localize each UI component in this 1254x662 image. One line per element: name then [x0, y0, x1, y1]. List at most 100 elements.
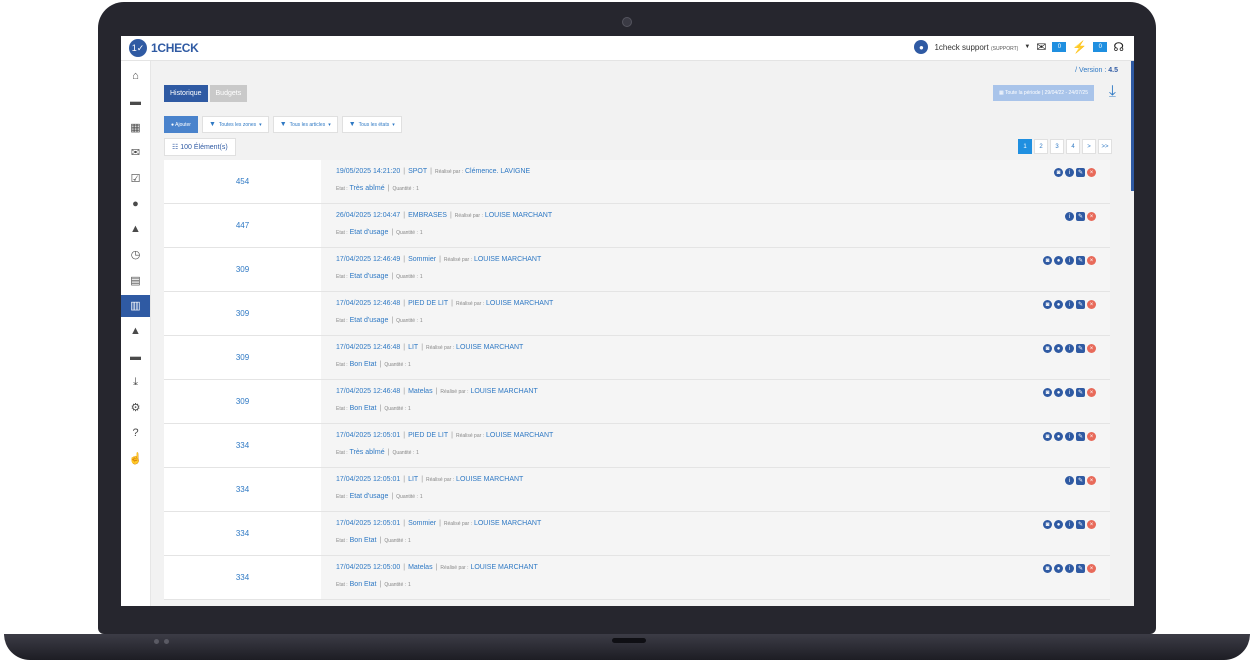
tab-historique[interactable]: Historique — [164, 85, 208, 102]
sidebar-calendar-icon[interactable]: ▦ — [121, 116, 150, 138]
row-article[interactable]: LIT — [408, 344, 418, 351]
edit-icon[interactable]: ✎ — [1076, 564, 1085, 573]
info-icon[interactable]: i — [1065, 432, 1074, 441]
edit-icon[interactable]: ✎ — [1076, 212, 1085, 221]
table-row[interactable]: 309 17/04/2025 12:46:49 | Sommier | Réalisé p… — [164, 248, 1110, 292]
table-row[interactable]: 309 17/04/2025 12:46:48 | LIT | Réalisé par :… — [164, 336, 1110, 380]
room-number[interactable]: 334 — [164, 468, 321, 511]
delete-icon[interactable]: × — [1087, 300, 1096, 309]
sidebar-home-icon[interactable]: ⌂ — [121, 65, 150, 87]
sidebar-pointer-icon[interactable]: ☝ — [121, 448, 150, 470]
room-number[interactable]: 309 — [164, 292, 321, 335]
chevron-down-icon[interactable]: ▼ — [1024, 44, 1030, 50]
edit-icon[interactable]: ✎ — [1076, 256, 1085, 265]
camera-icon[interactable]: ◙ — [1054, 168, 1063, 177]
comment-icon[interactable]: ● — [1054, 300, 1063, 309]
row-article[interactable]: SPOT — [408, 168, 427, 175]
tab-budgets[interactable]: Budgets — [209, 85, 248, 102]
sidebar-cart-icon[interactable]: ▬ — [121, 346, 150, 368]
sidebar-mail-icon[interactable]: ✉ — [121, 142, 150, 164]
comment-icon[interactable]: ● — [1054, 432, 1063, 441]
logo[interactable]: 1✓ 1CHECK — [129, 39, 199, 57]
user-menu[interactable]: 1check support (SUPPORT) — [934, 43, 1018, 52]
room-number[interactable]: 309 — [164, 336, 321, 379]
alert-count-badge[interactable]: 0 — [1093, 42, 1108, 52]
info-icon[interactable]: i — [1065, 388, 1074, 397]
page-button[interactable]: 2 — [1034, 139, 1048, 154]
delete-icon[interactable]: × — [1087, 256, 1096, 265]
row-article[interactable]: Sommier — [408, 256, 436, 263]
row-article[interactable]: Matelas — [408, 388, 433, 395]
info-icon[interactable]: i — [1065, 212, 1074, 221]
info-icon[interactable]: i — [1065, 300, 1074, 309]
camera-icon[interactable]: ◙ — [1043, 432, 1052, 441]
camera-icon[interactable]: ◙ — [1043, 564, 1052, 573]
sidebar-download-icon[interactable]: ⤓ — [121, 371, 150, 393]
edit-icon[interactable]: ✎ — [1076, 344, 1085, 353]
camera-icon[interactable]: ◙ — [1043, 388, 1052, 397]
row-article[interactable]: Matelas — [408, 564, 433, 571]
comment-icon[interactable]: ● — [1054, 256, 1063, 265]
sidebar-warning-icon[interactable]: ▲ — [121, 218, 150, 240]
table-row[interactable]: 309 17/04/2025 12:46:48 | Matelas | Réalisé p… — [164, 380, 1110, 424]
table-row[interactable]: 447 26/04/2025 12:04:47 | EMBRASES | Réalisé … — [164, 204, 1110, 248]
sidebar-clock-icon[interactable]: ◷ — [121, 244, 150, 266]
row-article[interactable]: PIED DE LIT — [408, 432, 448, 439]
info-icon[interactable]: i — [1065, 256, 1074, 265]
delete-icon[interactable]: × — [1087, 168, 1096, 177]
sidebar-chart-icon[interactable]: ▲ — [121, 320, 150, 342]
element-count[interactable]: ☷ 100 Élément(s) — [164, 138, 236, 156]
user-avatar-icon[interactable]: ● — [914, 40, 929, 54]
filter-etats[interactable]: ▼ Tous les états ▾ — [341, 116, 402, 133]
comment-icon[interactable]: ● — [1054, 564, 1063, 573]
sidebar-help-icon[interactable]: ? — [121, 422, 150, 444]
page-button[interactable]: 1 — [1018, 139, 1032, 154]
edit-icon[interactable]: ✎ — [1076, 388, 1085, 397]
filter-zones[interactable]: ▼ Toutes les zones ▾ — [201, 116, 269, 133]
edit-icon[interactable]: ✎ — [1076, 476, 1085, 485]
edit-icon[interactable]: ✎ — [1076, 520, 1085, 529]
mail-count-badge[interactable]: 0 — [1052, 42, 1067, 52]
camera-icon[interactable]: ◙ — [1043, 520, 1052, 529]
info-icon[interactable]: i — [1065, 476, 1074, 485]
comment-icon[interactable]: ● — [1054, 388, 1063, 397]
room-number[interactable]: 309 — [164, 248, 321, 291]
delete-icon[interactable]: × — [1087, 432, 1096, 441]
comment-icon[interactable]: ● — [1054, 520, 1063, 529]
sidebar-stats-building-icon[interactable]: ▥ — [121, 294, 150, 317]
delete-icon[interactable]: × — [1087, 564, 1096, 573]
room-number[interactable]: 447 — [164, 204, 321, 247]
room-number[interactable]: 454 — [164, 160, 321, 203]
room-number[interactable]: 334 — [164, 424, 321, 467]
sidebar-bed-icon[interactable]: ▬ — [121, 91, 150, 113]
page-button[interactable]: 3 — [1050, 139, 1064, 154]
sidebar-settings-icon[interactable]: ⚙ — [121, 397, 150, 419]
filter-articles[interactable]: ▼ Tous les articles ▾ — [272, 116, 338, 133]
delete-icon[interactable]: × — [1087, 344, 1096, 353]
lightning-icon[interactable]: ⚡ — [1072, 40, 1087, 54]
info-icon[interactable]: i — [1065, 168, 1074, 177]
info-icon[interactable]: i — [1065, 520, 1074, 529]
table-row[interactable]: 334 17/04/2025 12:05:01 | LIT | Réalisé par :… — [164, 468, 1110, 512]
delete-icon[interactable]: × — [1087, 476, 1096, 485]
edit-icon[interactable]: ✎ — [1076, 168, 1085, 177]
camera-icon[interactable]: ◙ — [1043, 256, 1052, 265]
room-number[interactable]: 334 — [164, 512, 321, 555]
edit-icon[interactable]: ✎ — [1076, 300, 1085, 309]
camera-icon[interactable]: ◙ — [1043, 344, 1052, 353]
table-row[interactable]: 454 19/05/2025 14:21:20 | SPOT | Réalisé par … — [164, 160, 1110, 204]
delete-icon[interactable]: × — [1087, 388, 1096, 397]
page-button[interactable]: >> — [1098, 139, 1112, 154]
table-row[interactable]: 334 17/04/2025 12:05:01 | PIED DE LIT | Réali… — [164, 424, 1110, 468]
row-article[interactable]: EMBRASES — [408, 212, 447, 219]
headset-icon[interactable]: ☊ — [1113, 40, 1124, 54]
download-icon[interactable]: ⤓ — [1109, 83, 1116, 101]
delete-icon[interactable]: × — [1087, 212, 1096, 221]
page-button[interactable]: > — [1082, 139, 1096, 154]
row-article[interactable]: Sommier — [408, 520, 436, 527]
camera-icon[interactable]: ◙ — [1043, 300, 1052, 309]
sidebar-checklist-icon[interactable]: ☑ — [121, 167, 150, 189]
table-row[interactable]: 309 17/04/2025 12:46:48 | PIED DE LIT | Réali… — [164, 292, 1110, 336]
sidebar-emoji-icon[interactable]: ● — [121, 193, 150, 215]
period-selector[interactable]: ▦ Toute la période | 29/04/22 - 24/07/25 — [992, 85, 1094, 101]
